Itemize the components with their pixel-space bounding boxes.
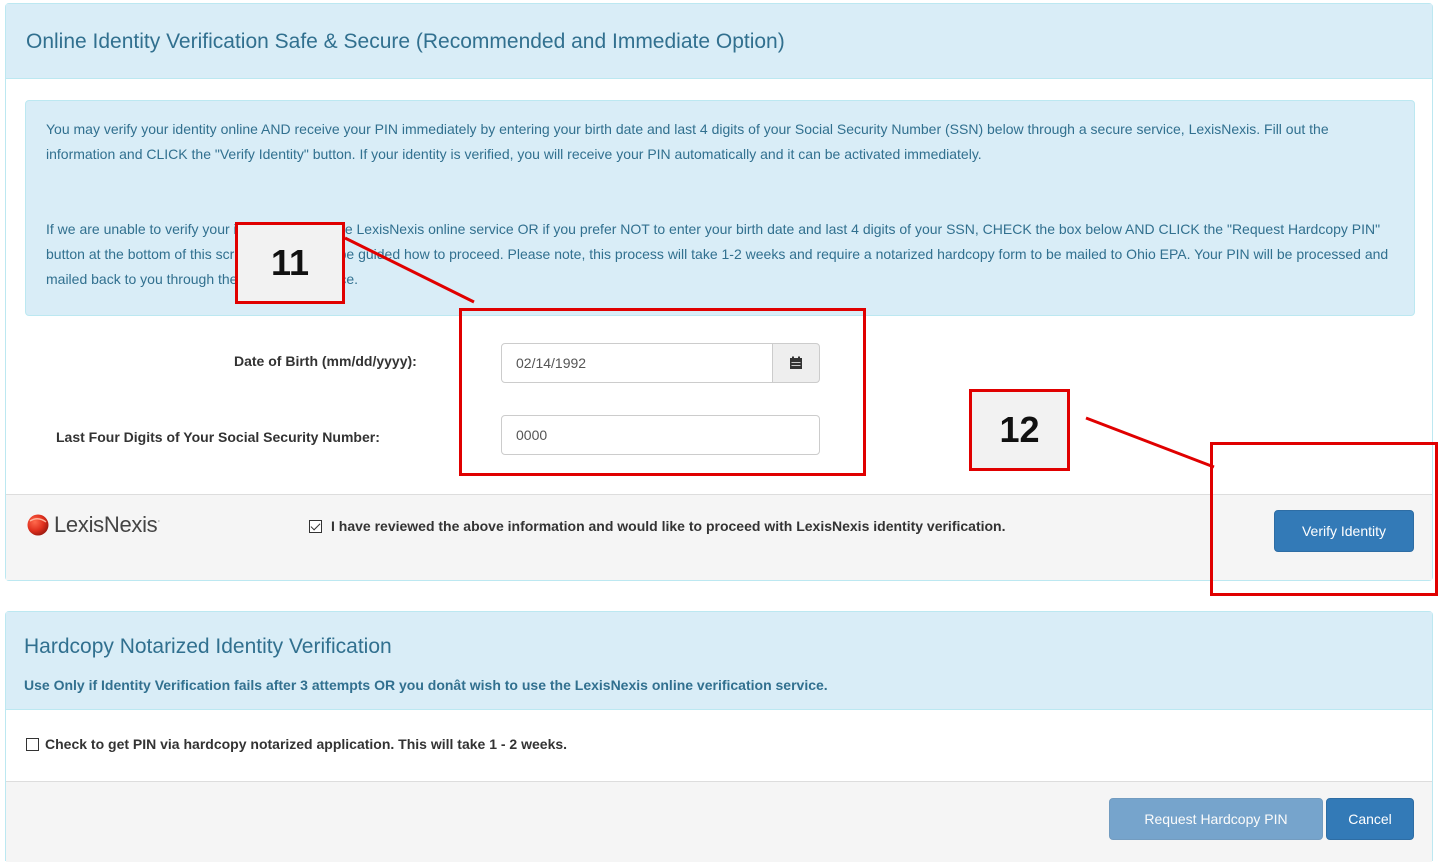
hardcopy-verification-panel: Hardcopy Notarized Identity Verification…: [5, 611, 1433, 862]
cancel-button[interactable]: Cancel: [1326, 798, 1414, 840]
request-hardcopy-pin-button[interactable]: Request Hardcopy PIN: [1109, 798, 1323, 840]
info-alert: You may verify your identity online AND …: [25, 100, 1415, 316]
hardcopy-checkbox-label: Check to get PIN via hardcopy notarized …: [45, 736, 568, 752]
annotation-label-11: 11: [235, 222, 345, 304]
dob-label: Date of Birth (mm/dd/yyyy):: [234, 353, 417, 369]
lexisnexis-logo-mark: ·: [157, 515, 161, 526]
ssn-label: Last Four Digits of Your Social Security…: [56, 429, 380, 445]
lexisnexis-logo: LexisNexis·: [26, 512, 160, 538]
annotation-box-11: [459, 308, 866, 476]
annotation-box-12: [1210, 442, 1438, 596]
hardcopy-checkbox[interactable]: [26, 737, 39, 751]
lexisnexis-logo-text: LexisNexis: [54, 512, 158, 537]
consent-row[interactable]: I have reviewed the above information an…: [309, 518, 1006, 534]
hardcopy-checkbox-row[interactable]: Check to get PIN via hardcopy notarized …: [26, 736, 567, 752]
hardcopy-panel-subtitle: Use Only if Identity Verification fails …: [24, 677, 828, 693]
annotation-label-12: 12: [969, 389, 1070, 471]
alert-paragraph-1: You may verify your identity online AND …: [46, 121, 1329, 162]
hardcopy-panel-footer: Request Hardcopy PIN Cancel: [6, 782, 1432, 862]
consent-label: I have reviewed the above information an…: [331, 518, 1006, 534]
consent-checkbox[interactable]: [309, 519, 322, 533]
online-panel-heading: Online Identity Verification Safe & Secu…: [6, 4, 1432, 79]
online-panel-title: Online Identity Verification Safe & Secu…: [26, 30, 785, 53]
hardcopy-panel-heading: Hardcopy Notarized Identity Verification…: [6, 612, 1432, 710]
hardcopy-panel-title: Hardcopy Notarized Identity Verification: [24, 635, 392, 658]
hardcopy-panel-body: Check to get PIN via hardcopy notarized …: [6, 710, 1432, 782]
lexisnexis-logo-icon: [27, 514, 49, 536]
